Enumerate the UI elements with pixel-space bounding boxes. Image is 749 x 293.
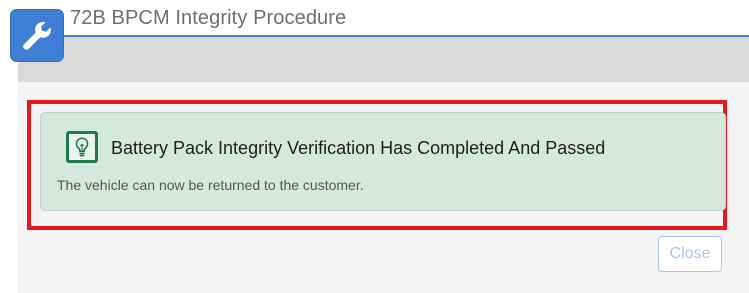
wrench-icon <box>10 9 64 62</box>
lightbulb-icon <box>66 131 98 163</box>
alert-message: The vehicle can now be returned to the c… <box>57 177 364 193</box>
success-alert: Battery Pack Integrity Verification Has … <box>40 112 726 211</box>
dialog-toolbar <box>18 37 749 82</box>
dialog-title: 72B BPCM Integrity Procedure <box>70 7 347 29</box>
alert-title: Battery Pack Integrity Verification Has … <box>111 138 606 158</box>
dialog-title-bar: 72B BPCM Integrity Procedure <box>18 7 749 37</box>
close-button[interactable]: Close <box>658 236 722 272</box>
